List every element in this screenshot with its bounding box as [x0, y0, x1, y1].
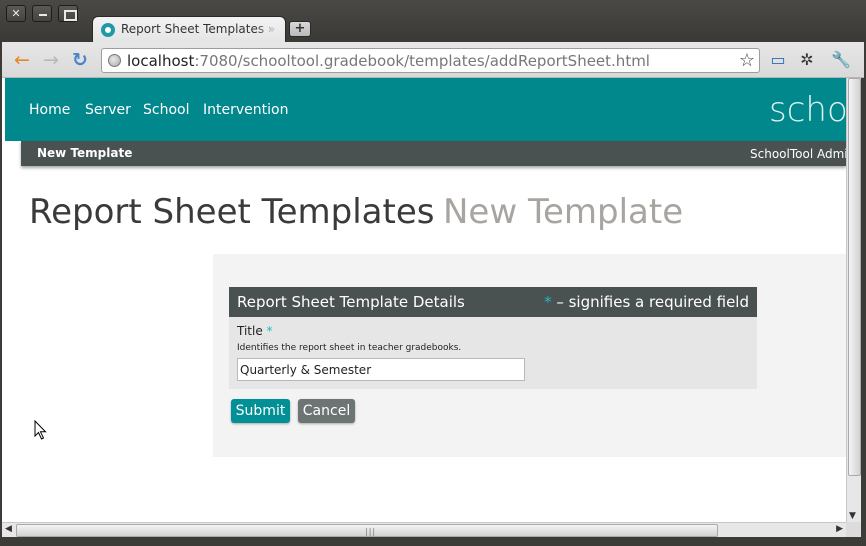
globe-icon: [108, 54, 121, 67]
template-details-fieldset: Report Sheet Template Details * – signif…: [229, 287, 757, 389]
url-text[interactable]: localhost:7080/schooltool.gradebook/temp…: [127, 52, 650, 70]
horizontal-scrollbar[interactable]: ◀ ||| ▶: [2, 522, 846, 537]
browser-toolbar: ← → ↻ localhost:7080/schooltool.gradeboo…: [2, 42, 864, 78]
star-icon[interactable]: ☆: [739, 50, 755, 71]
legend-title: Report Sheet Template Details: [237, 293, 465, 311]
cancel-button[interactable]: Cancel: [298, 399, 355, 423]
schooltool-favicon-icon: [101, 23, 115, 37]
fieldset-legend: Report Sheet Template Details * – signif…: [229, 287, 757, 317]
page-title: Report Sheet Templates: [29, 192, 435, 232]
vertical-scroll-thumb[interactable]: [848, 78, 861, 476]
submit-button[interactable]: Submit: [231, 399, 290, 423]
form-container: Report Sheet Template Details * – signif…: [213, 254, 846, 457]
scroll-right-arrow-icon[interactable]: ▶: [836, 524, 843, 534]
browser-window: ✕ Report Sheet Templates » SchoolTool + …: [0, 0, 866, 546]
scroll-left-arrow-icon[interactable]: ◀: [5, 524, 12, 534]
title-field-label: Title *: [237, 324, 273, 338]
main-navbar: Home Server School Intervention schoolt: [5, 78, 846, 141]
window-close-button[interactable]: ✕: [6, 5, 26, 22]
pin-icon[interactable]: ✲: [796, 50, 818, 70]
scroll-down-arrow-icon[interactable]: ▼: [849, 511, 856, 521]
new-tab-button[interactable]: +: [289, 21, 311, 37]
browser-tab[interactable]: Report Sheet Templates » SchoolTool: [92, 16, 286, 43]
address-bar[interactable]: localhost:7080/schooltool.gradebook/temp…: [101, 48, 760, 73]
forward-arrow-icon[interactable]: →: [40, 50, 62, 70]
window-maximize-button[interactable]: [58, 5, 78, 22]
reload-icon[interactable]: ↻: [69, 50, 91, 70]
subnav-user-name[interactable]: SchoolTool Administrator: [750, 147, 846, 161]
window-minimize-button[interactable]: [32, 5, 52, 22]
fullscreen-icon[interactable]: ▭: [767, 50, 789, 70]
scrollbar-corner: [846, 522, 861, 537]
title-field-hint: Identifies the report sheet in teacher g…: [237, 343, 462, 353]
title-input[interactable]: [237, 358, 525, 381]
brand-logo-text[interactable]: schoolt: [769, 90, 846, 130]
sub-navbar: New Template SchoolTool Administrator: [21, 141, 846, 166]
required-field-note: * – signifies a required field: [544, 293, 749, 311]
vertical-scrollbar[interactable]: ▼: [846, 78, 861, 522]
back-arrow-icon[interactable]: ←: [11, 50, 33, 70]
wrench-icon[interactable]: 🔧: [830, 50, 852, 70]
horizontal-scroll-thumb[interactable]: |||: [16, 524, 718, 537]
page-viewport: Home Server School Intervention schoolt …: [2, 78, 846, 522]
title-bar: ✕ Report Sheet Templates » SchoolTool +: [0, 0, 866, 43]
tab-title: Report Sheet Templates » SchoolTool: [121, 22, 279, 36]
scroll-grip-icon: |||: [365, 527, 377, 536]
subnav-current-page: New Template: [37, 146, 133, 160]
page-subtitle: New Template: [443, 192, 684, 232]
nav-item-intervention[interactable]: Intervention: [203, 102, 288, 118]
nav-item-home[interactable]: Home: [29, 102, 70, 118]
mouse-cursor-icon: [34, 420, 47, 440]
nav-item-server[interactable]: Server: [85, 102, 131, 118]
nav-item-school[interactable]: School: [143, 102, 189, 118]
